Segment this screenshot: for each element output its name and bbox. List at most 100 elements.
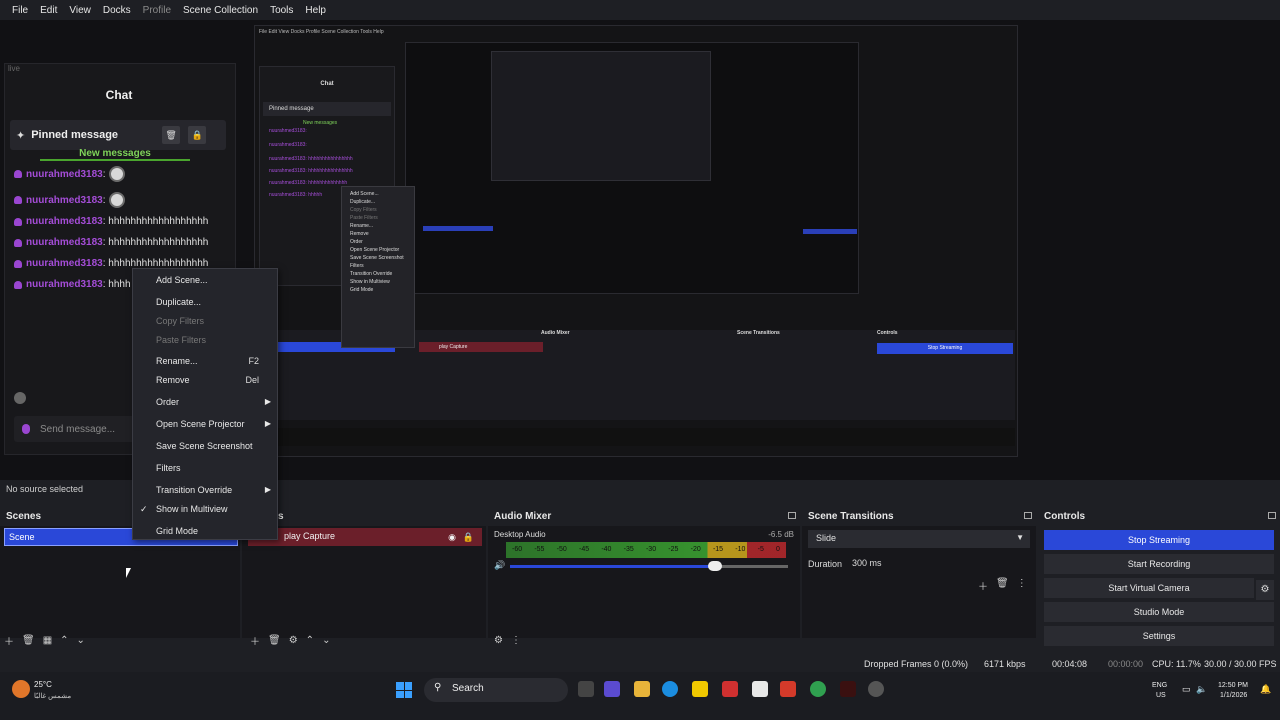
filter-icon[interactable]: ▦ <box>43 635 52 646</box>
source-item[interactable]: play Capture ◉ 🔒 <box>248 528 482 546</box>
more-icon[interactable]: ⋮ <box>511 635 521 646</box>
sticky-icon[interactable] <box>692 681 708 697</box>
start-virtual-camera-button[interactable]: Start Virtual Camera <box>1044 578 1254 598</box>
nested-audio-mixer: Audio Mixer <box>541 330 570 336</box>
menu-item-rename[interactable]: Rename... F2 <box>133 352 277 370</box>
nested-new-messages: New messages <box>303 120 338 126</box>
more-icon[interactable]: ⋮ <box>1017 578 1027 593</box>
clock-time[interactable]: 12:50 PM <box>1218 682 1248 689</box>
menu-item-add-scene[interactable]: Add Scene... <box>133 271 277 289</box>
menu-item-duplicate[interactable]: Duplicate... <box>133 293 277 311</box>
menu-item-grid-mode[interactable]: Grid Mode <box>133 522 277 540</box>
popout-icon[interactable] <box>788 512 796 519</box>
volume-slider-handle[interactable] <box>708 561 722 571</box>
move-up-icon[interactable]: ⌃ <box>60 635 68 646</box>
gear-icon[interactable]: ⚙ <box>1256 580 1274 600</box>
menu-item-transition-override[interactable]: Transition Override ▶ <box>133 481 277 499</box>
transition-value: Slide <box>816 533 837 543</box>
mixer-toolbar: ⚙ ⋮ <box>488 632 800 648</box>
volume-slider-track[interactable] <box>716 565 788 568</box>
move-up-icon[interactable]: ⌃ <box>306 635 314 646</box>
transition-select[interactable]: Slide ▼ <box>808 530 1030 548</box>
move-down-icon[interactable]: ⌄ <box>77 635 85 646</box>
chat-user: nuurahmed3183 <box>26 237 103 248</box>
menu-item-label: Save Scene Screenshot <box>156 441 253 451</box>
scenes-toolbar: ＋ 🗑 ▦ ⌃ ⌄ <box>0 632 240 648</box>
meter-tick: -5 <box>757 546 764 553</box>
chat-text: : hhhhhhhhhhhhhhhhhh <box>102 237 209 248</box>
trash-icon[interactable]: 🗑 <box>22 635 35 646</box>
trash-icon[interactable]: 🗑 <box>996 578 1009 593</box>
lock-icon[interactable]: 🔒 <box>463 532 474 543</box>
speaker-icon[interactable]: 🔊 <box>494 560 505 571</box>
menu-item-label: Remove <box>156 375 190 385</box>
menu-tools[interactable]: Tools <box>264 5 299 16</box>
menu-item-remove[interactable]: Remove Del <box>133 371 277 389</box>
task-view-icon[interactable] <box>578 681 594 697</box>
volume-icon[interactable]: 🔈 <box>1196 684 1207 695</box>
nested-menu-item: Paste Filters <box>350 215 378 221</box>
nested-capture: File Edit View Docks Profile Scene Colle… <box>254 25 1018 457</box>
add-icon[interactable]: ＋ <box>4 633 14 648</box>
notification-icon[interactable]: 🔔 <box>1260 684 1271 695</box>
settings-button[interactable]: Settings <box>1044 626 1274 646</box>
nested-stop-streaming: Stop Streaming <box>877 343 1013 354</box>
menu-item-save-scene-screenshot[interactable]: Save Scene Screenshot <box>133 437 277 455</box>
store-icon[interactable] <box>752 681 768 697</box>
weather-desc: مشمس غالبًا <box>34 693 72 700</box>
menu-item-paste-filters[interactable]: Paste Filters <box>133 331 277 349</box>
gear-icon[interactable]: ⚙ <box>494 635 503 646</box>
menu-item-label: Paste Filters <box>156 335 207 345</box>
stop-streaming-button[interactable]: Stop Streaming <box>1044 530 1274 550</box>
menu-item-open-scene-projector[interactable]: Open Scene Projector ▶ <box>133 415 277 433</box>
start-recording-button[interactable]: Start Recording <box>1044 554 1274 574</box>
menu-docks[interactable]: Docks <box>97 5 137 16</box>
menu-profile[interactable]: Profile <box>137 5 177 16</box>
chat-user: nuurahmed3183 <box>26 168 103 180</box>
volume-slider-fill[interactable] <box>510 565 716 568</box>
menu-view[interactable]: View <box>63 5 97 16</box>
obs-icon[interactable] <box>868 681 884 697</box>
popout-icon[interactable] <box>1268 512 1276 519</box>
app-icon[interactable] <box>780 681 796 697</box>
illustrator-icon[interactable] <box>840 681 856 697</box>
visibility-icon[interactable]: ◉ <box>448 532 456 543</box>
mixer-db-value: -6.5 dB <box>768 530 794 539</box>
menu-file[interactable]: File <box>6 5 34 16</box>
menu-scene-collection[interactable]: Scene Collection <box>177 5 264 16</box>
app-icon[interactable] <box>722 681 738 697</box>
transitions-toolbar: ＋ 🗑 ⋮ <box>978 578 1027 593</box>
gear-icon[interactable]: ⚙ <box>289 635 298 646</box>
clock-date: 1/1/2026 <box>1220 692 1248 699</box>
menu-item-filters[interactable]: Filters <box>133 459 277 477</box>
taskbar-search[interactable]: ⚲ Search <box>424 678 568 702</box>
chrome-icon[interactable] <box>810 681 826 697</box>
menu-item-show-in-multiview[interactable]: ✓ Show in Multiview <box>133 500 277 518</box>
windows-start-icon[interactable] <box>396 682 412 698</box>
network-icon[interactable]: ▭ <box>1182 684 1191 695</box>
chat-line: nuurahmed3183: hhhhhhhhhhhhhhhhhh <box>14 216 208 227</box>
add-icon[interactable]: ＋ <box>978 578 988 593</box>
popout-icon[interactable] <box>1024 512 1032 519</box>
language-indicator[interactable]: ENG <box>1152 682 1167 689</box>
trash-icon[interactable]: 🗑 <box>268 635 281 646</box>
meter-tick: -50 <box>556 546 567 553</box>
move-down-icon[interactable]: ⌄ <box>322 635 330 646</box>
edge-icon[interactable] <box>662 681 678 697</box>
menu-item-order[interactable]: Order ▶ <box>133 393 277 411</box>
menu-item-copy-filters[interactable]: Copy Filters <box>133 312 277 330</box>
emote-icon <box>109 192 126 208</box>
meet-icon[interactable] <box>604 681 620 697</box>
weather-icon[interactable] <box>12 680 30 698</box>
menu-help[interactable]: Help <box>299 5 332 16</box>
duration-input[interactable]: 300 ms <box>846 554 1030 572</box>
add-icon[interactable]: ＋ <box>250 633 260 648</box>
sources-toolbar: ＋ 🗑 ⚙ ⌃ ⌄ <box>242 632 486 648</box>
chat-text: : <box>102 194 106 206</box>
chevron-right-icon: ▶ <box>264 397 271 406</box>
menu-edit[interactable]: Edit <box>34 5 63 16</box>
file-explorer-icon[interactable] <box>634 681 650 697</box>
meter-tick: -55 <box>534 546 545 553</box>
studio-mode-button[interactable]: Studio Mode <box>1044 602 1274 622</box>
chevron-right-icon: ▶ <box>264 485 271 494</box>
